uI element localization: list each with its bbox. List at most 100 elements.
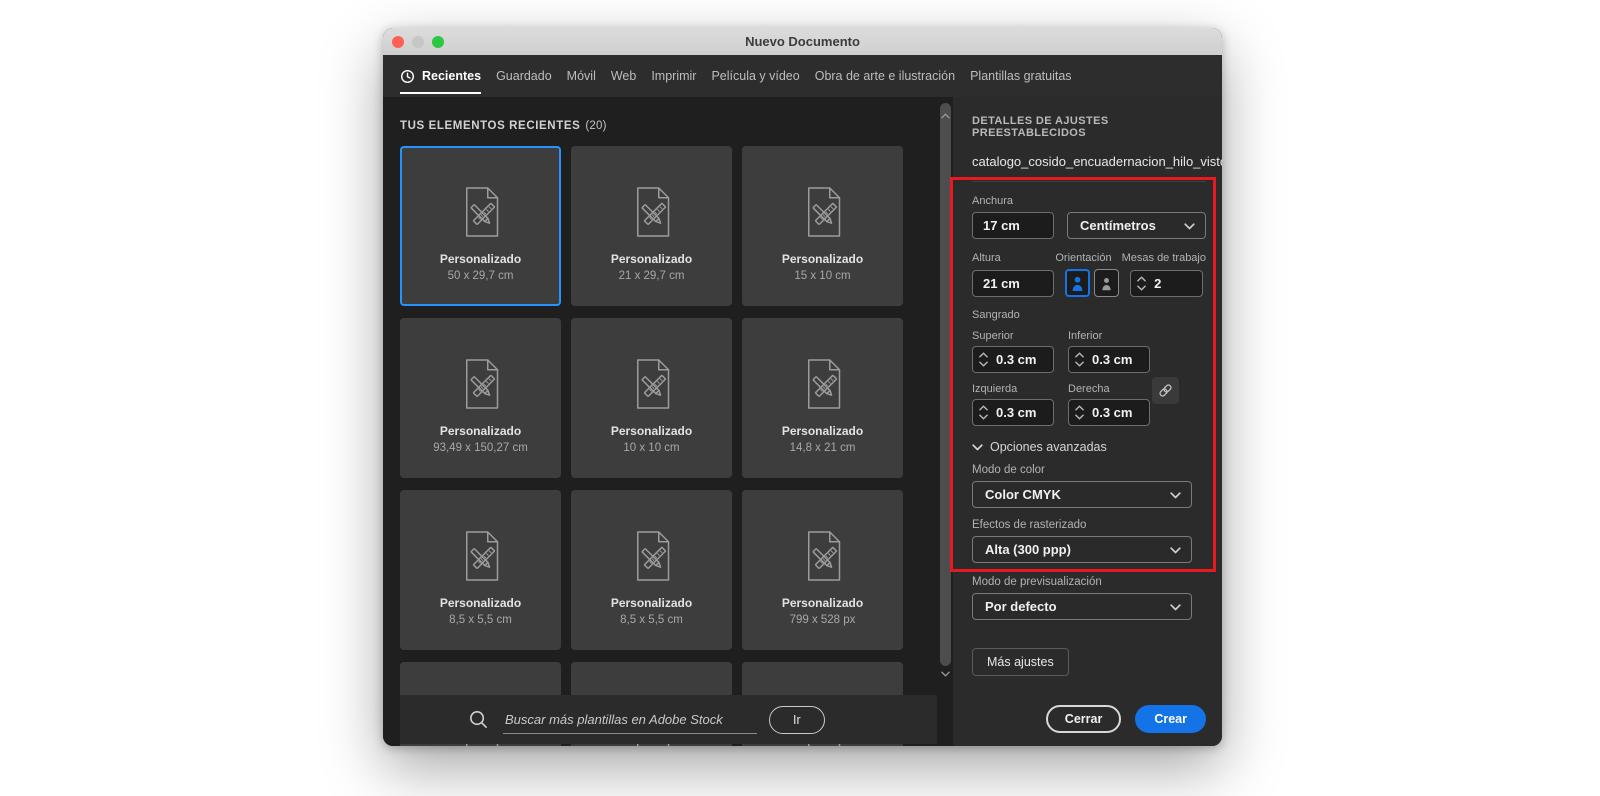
bleed-top-label: Superior bbox=[972, 330, 1054, 342]
recent-item[interactable]: Personalizado 14,8 x 21 cm bbox=[742, 318, 903, 478]
tab-web[interactable]: Web bbox=[611, 55, 636, 97]
recent-items-count: (20) bbox=[585, 120, 606, 132]
recent-item-name: Personalizado bbox=[440, 252, 521, 266]
recent-item-name: Personalizado bbox=[782, 596, 863, 610]
preset-details-heading: DETALLES DE AJUSTES PREESTABLECIDOS bbox=[972, 115, 1206, 139]
magnifier-icon bbox=[468, 709, 489, 730]
more-settings-button[interactable]: Más ajustes bbox=[972, 648, 1069, 676]
tab-bar: Recientes Guardado Móvil Web Imprimir Películ… bbox=[383, 55, 1222, 97]
chevron-down-icon[interactable] bbox=[1075, 361, 1084, 367]
recent-item-dims: 14,8 x 21 cm bbox=[790, 442, 856, 454]
recent-item[interactable]: Personalizado 93,49 x 150,27 cm bbox=[400, 318, 561, 478]
recent-item[interactable]: Personalizado 10 x 10 cm bbox=[571, 318, 732, 478]
divider bbox=[972, 181, 1206, 182]
bleed-bottom-input[interactable] bbox=[1088, 352, 1149, 367]
artboards-stepper bbox=[1130, 270, 1203, 297]
recent-item-name: Personalizado bbox=[611, 424, 692, 438]
units-value: Centímetros bbox=[1080, 218, 1156, 233]
window-title: Nuevo Documento bbox=[745, 34, 860, 49]
bleed-left-input[interactable] bbox=[992, 405, 1053, 420]
vertical-scrollbar[interactable] bbox=[938, 97, 953, 746]
stock-go-button[interactable]: Ir bbox=[769, 706, 825, 734]
close-button[interactable]: Cerrar bbox=[1046, 705, 1122, 733]
recent-item-name: Personalizado bbox=[611, 252, 692, 266]
recent-item[interactable]: Personalizado 50 x 29,7 cm bbox=[400, 146, 561, 306]
chevron-down-icon bbox=[1170, 492, 1181, 499]
recent-item-name: Personalizado bbox=[440, 424, 521, 438]
chevron-down-icon[interactable] bbox=[979, 414, 988, 420]
tab-plantillas-gratuitas[interactable]: Plantillas gratuitas bbox=[970, 55, 1071, 97]
recent-item[interactable]: Personalizado 8,5 x 5,5 cm bbox=[571, 490, 732, 650]
chevron-down-icon bbox=[972, 444, 983, 451]
artboards-input[interactable] bbox=[1150, 276, 1202, 291]
tab-label: Recientes bbox=[422, 69, 481, 83]
recent-item-name: Personalizado bbox=[440, 596, 521, 610]
zoom-window-button[interactable] bbox=[432, 36, 444, 48]
chevron-down-icon[interactable] bbox=[1075, 414, 1084, 420]
chevron-up-icon[interactable] bbox=[1075, 352, 1084, 358]
stepper-arrows[interactable] bbox=[973, 352, 992, 367]
bleed-link-button[interactable] bbox=[1152, 377, 1179, 404]
chevron-down-icon bbox=[1170, 547, 1181, 554]
dialog-footer-buttons: Cerrar Crear bbox=[1046, 705, 1206, 733]
recent-item-dims: 21 x 29,7 cm bbox=[619, 270, 685, 282]
advanced-options-label: Opciones avanzadas bbox=[990, 440, 1107, 454]
chevron-up-icon[interactable] bbox=[1137, 276, 1146, 282]
create-button[interactable]: Crear bbox=[1135, 705, 1206, 733]
window-titlebar[interactable]: Nuevo Documento bbox=[383, 28, 1222, 55]
width-input[interactable] bbox=[972, 212, 1054, 239]
recent-item[interactable]: Personalizado 8,5 x 5,5 cm bbox=[400, 490, 561, 650]
tab-label: Guardado bbox=[496, 69, 552, 83]
preview-mode-dropdown[interactable]: Por defecto bbox=[972, 593, 1192, 620]
document-pencil-ruler-icon bbox=[628, 184, 676, 240]
width-label: Anchura bbox=[972, 195, 1206, 207]
units-dropdown[interactable]: Centímetros bbox=[1067, 212, 1206, 239]
tab-label: Obra de arte e ilustración bbox=[815, 69, 955, 83]
orientation-landscape-button[interactable] bbox=[1094, 269, 1119, 297]
document-pencil-ruler-icon bbox=[628, 528, 676, 584]
orientation-toggle bbox=[1065, 269, 1120, 297]
tab-pelicula-y-video[interactable]: Película y vídeo bbox=[711, 55, 799, 97]
preset-name[interactable]: catalogo_cosido_encuadernacion_hilo_vist… bbox=[972, 154, 1206, 169]
document-pencil-ruler-icon bbox=[457, 356, 505, 412]
color-mode-dropdown[interactable]: Color CMYK bbox=[972, 481, 1192, 508]
stepper-arrows[interactable] bbox=[1069, 352, 1088, 367]
recent-item-name: Personalizado bbox=[611, 596, 692, 610]
document-pencil-ruler-icon bbox=[799, 356, 847, 412]
scrollbar-thumb[interactable] bbox=[940, 103, 951, 666]
stepper-arrows[interactable] bbox=[1069, 405, 1088, 420]
tab-obra-de-arte-e-ilustracion[interactable]: Obra de arte e ilustración bbox=[815, 55, 955, 97]
tab-movil[interactable]: Móvil bbox=[567, 55, 596, 97]
close-window-button[interactable] bbox=[392, 36, 404, 48]
stepper-arrows[interactable] bbox=[973, 405, 992, 420]
bleed-top-input[interactable] bbox=[992, 352, 1053, 367]
tab-label: Móvil bbox=[567, 69, 596, 83]
scrollbar-up-arrow[interactable] bbox=[938, 106, 953, 124]
minimize-window-button[interactable] bbox=[412, 36, 424, 48]
stock-search-input[interactable] bbox=[503, 705, 757, 734]
preview-mode-label: Modo de previsualización bbox=[972, 576, 1206, 588]
tab-recientes[interactable]: Recientes bbox=[400, 55, 481, 97]
chevron-up-icon[interactable] bbox=[1075, 405, 1084, 411]
scrollbar-down-arrow[interactable] bbox=[938, 664, 953, 682]
recent-item[interactable]: Personalizado 15 x 10 cm bbox=[742, 146, 903, 306]
advanced-options-toggle[interactable]: Opciones avanzadas bbox=[972, 440, 1206, 454]
bleed-right-input[interactable] bbox=[1088, 405, 1149, 420]
raster-effects-dropdown[interactable]: Alta (300 ppp) bbox=[972, 536, 1192, 563]
chevron-down-icon[interactable] bbox=[979, 361, 988, 367]
clock-icon bbox=[400, 69, 415, 84]
chevron-up-icon[interactable] bbox=[979, 352, 988, 358]
chevron-up-icon[interactable] bbox=[979, 405, 988, 411]
tab-guardado[interactable]: Guardado bbox=[496, 55, 552, 97]
height-label: Altura bbox=[972, 252, 1044, 264]
stepper-arrows[interactable] bbox=[1131, 276, 1150, 291]
bleed-bottom-stepper bbox=[1068, 346, 1150, 373]
recent-item-dims: 799 x 528 px bbox=[790, 614, 856, 626]
recent-item[interactable]: Personalizado 799 x 528 px bbox=[742, 490, 903, 650]
recent-item[interactable]: Personalizado 21 x 29,7 cm bbox=[571, 146, 732, 306]
preset-details-panel: DETALLES DE AJUSTES PREESTABLECIDOS cata… bbox=[953, 97, 1222, 746]
tab-imprimir[interactable]: Imprimir bbox=[651, 55, 696, 97]
chevron-down-icon[interactable] bbox=[1137, 285, 1146, 291]
height-input[interactable] bbox=[972, 270, 1054, 297]
orientation-portrait-button[interactable] bbox=[1065, 269, 1090, 297]
